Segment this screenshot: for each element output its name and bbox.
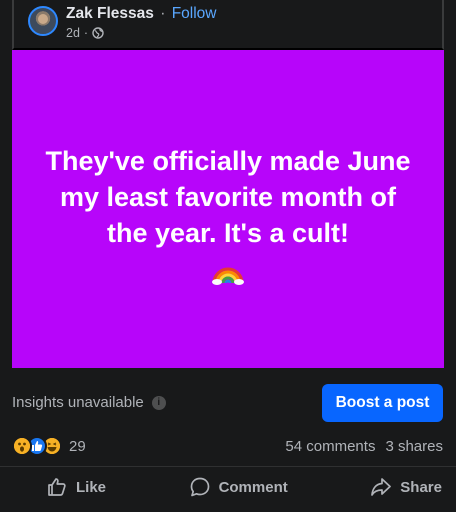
engagement-stats: 54 comments 3 shares <box>285 438 443 455</box>
post-meta: 2d · <box>66 26 104 40</box>
like-button[interactable]: Like <box>46 467 106 507</box>
info-icon[interactable]: i <box>151 395 166 410</box>
post-card: Zak Flessas · Follow 2d · They've offici… <box>0 0 456 512</box>
like-label: Like <box>76 478 107 496</box>
rainbow-icon <box>212 267 244 285</box>
post-content[interactable]: They've officially made June my least fa… <box>12 50 444 368</box>
meta-separator: · <box>83 26 89 40</box>
share-label: Share <box>400 478 442 496</box>
author-name[interactable]: Zak Flessas <box>66 5 154 22</box>
share-icon <box>371 478 392 496</box>
comment-icon <box>190 477 209 497</box>
comment-label: Comment <box>218 478 288 496</box>
comment-button[interactable]: Comment <box>189 467 288 507</box>
author-avatar[interactable] <box>28 6 58 36</box>
separator: · <box>160 5 166 22</box>
follow-link[interactable]: Follow <box>172 5 217 22</box>
post-actions-bar: Like Comment Share <box>0 466 456 506</box>
post-header: Zak Flessas · Follow 2d · <box>12 0 444 50</box>
timestamp[interactable]: 2d <box>66 26 80 40</box>
share-button[interactable]: Share <box>370 467 442 507</box>
comments-count[interactable]: 54 comments <box>285 438 375 455</box>
insights-label: Insights unavailable <box>12 394 144 411</box>
reactions-summary[interactable]: 29 <box>12 436 86 456</box>
post-text: They've officially made June my least fa… <box>45 146 411 248</box>
insights-status: Insights unavailable i <box>12 394 166 411</box>
thumbs-up-icon <box>48 478 66 496</box>
boost-post-button[interactable]: Boost a post <box>322 384 443 422</box>
reaction-count: 29 <box>69 437 86 455</box>
author-line: Zak Flessas · Follow <box>66 5 217 23</box>
shares-count[interactable]: 3 shares <box>385 438 443 455</box>
globe-icon <box>92 27 104 39</box>
wow-reaction-icon <box>12 436 32 456</box>
